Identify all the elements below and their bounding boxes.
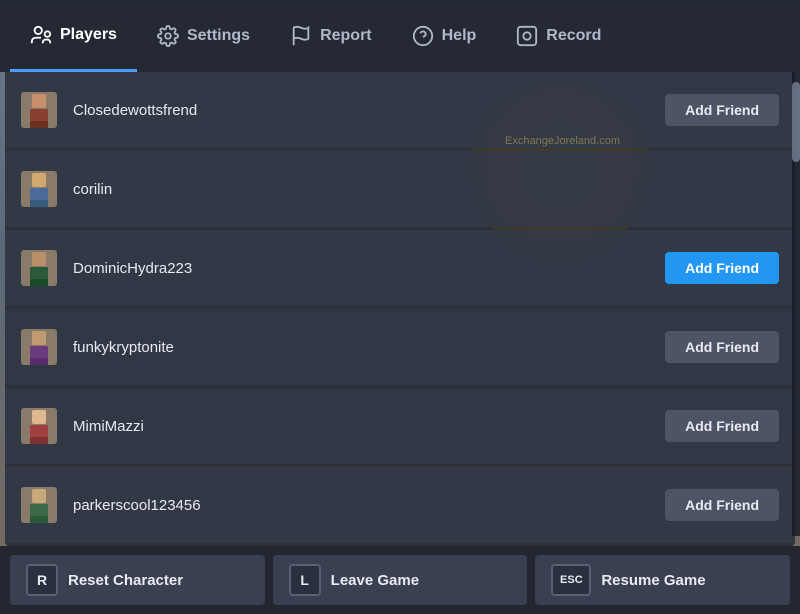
nav-settings-label: Settings bbox=[187, 27, 250, 45]
player-row: Closedewottsfrend Add Friend bbox=[5, 72, 795, 148]
nav-item-players[interactable]: Players bbox=[10, 0, 137, 72]
player-row: MimiMazzi Add Friend bbox=[5, 388, 795, 464]
add-friend-button[interactable]: Add Friend bbox=[665, 94, 779, 126]
avatar bbox=[21, 329, 57, 365]
add-friend-button[interactable]: Add Friend bbox=[665, 331, 779, 363]
avatar bbox=[21, 487, 57, 523]
player-list: Closedewottsfrend Add Friend corilin bbox=[5, 72, 795, 546]
nav-report-label: Report bbox=[320, 27, 372, 45]
record-icon bbox=[516, 25, 538, 47]
bottom-bar: R Reset Character L Leave Game ESC Resum… bbox=[0, 546, 800, 614]
nav-item-record[interactable]: Record bbox=[496, 0, 621, 72]
players-icon bbox=[30, 24, 52, 46]
nav-help-label: Help bbox=[442, 27, 477, 45]
nav-players-label: Players bbox=[60, 26, 117, 44]
player-row: parkerscool123456 Add Friend bbox=[5, 467, 795, 543]
player-name: funkykryptonite bbox=[73, 339, 665, 356]
scrollbar-thumb[interactable] bbox=[792, 82, 800, 162]
player-list-container: Closedewottsfrend Add Friend corilin bbox=[5, 72, 795, 546]
leave-game-button[interactable]: L Leave Game bbox=[273, 555, 528, 605]
report-icon bbox=[290, 25, 312, 47]
add-friend-button[interactable]: Add Friend bbox=[665, 489, 779, 521]
avatar bbox=[21, 92, 57, 128]
nav-item-settings[interactable]: Settings bbox=[137, 0, 270, 72]
nav-item-report[interactable]: Report bbox=[270, 0, 392, 72]
nav-record-label: Record bbox=[546, 27, 601, 45]
player-name: Closedewottsfrend bbox=[73, 102, 665, 119]
player-row: corilin bbox=[5, 151, 795, 227]
player-name: parkerscool123456 bbox=[73, 497, 665, 514]
help-icon bbox=[412, 25, 434, 47]
avatar bbox=[21, 408, 57, 444]
watermark: ExchangeJoreland.com bbox=[505, 135, 620, 147]
reset-character-button[interactable]: R Reset Character bbox=[10, 555, 265, 605]
nav-item-help[interactable]: Help bbox=[392, 0, 497, 72]
leave-game-label: Leave Game bbox=[331, 572, 419, 589]
scrollbar-track[interactable] bbox=[792, 72, 800, 536]
resume-game-button[interactable]: ESC Resume Game bbox=[535, 555, 790, 605]
nav-bar: Players Settings Report bbox=[0, 0, 800, 72]
avatar bbox=[21, 250, 57, 286]
add-friend-button-highlighted[interactable]: Add Friend bbox=[665, 252, 779, 284]
player-name: MimiMazzi bbox=[73, 418, 665, 435]
player-name: DominicHydra223 bbox=[73, 260, 665, 277]
settings-icon bbox=[157, 25, 179, 47]
reset-character-label: Reset Character bbox=[68, 572, 183, 589]
resume-game-label: Resume Game bbox=[601, 572, 705, 589]
player-row: DominicHydra223 Add Friend bbox=[5, 230, 795, 306]
leave-key-badge: L bbox=[289, 564, 321, 596]
resume-key-badge: ESC bbox=[551, 564, 591, 596]
player-name: corilin bbox=[73, 181, 779, 198]
avatar bbox=[21, 171, 57, 207]
reset-key-badge: R bbox=[26, 564, 58, 596]
add-friend-button[interactable]: Add Friend bbox=[665, 410, 779, 442]
player-row: funkykryptonite Add Friend bbox=[5, 309, 795, 385]
